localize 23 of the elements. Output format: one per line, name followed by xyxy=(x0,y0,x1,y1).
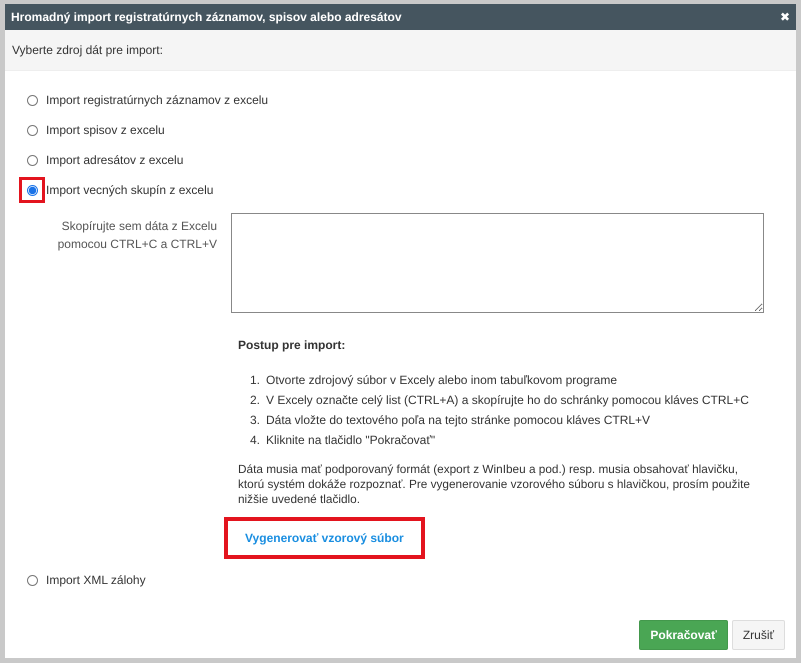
option-label[interactable]: Import vecných skupín z excelu xyxy=(46,183,214,197)
step-number: 1. xyxy=(250,372,262,389)
prompt-text: Vyberte zdroj dát pre import: xyxy=(12,43,163,57)
close-button[interactable]: ✖ xyxy=(780,10,790,24)
option-label[interactable]: Import XML zálohy xyxy=(46,573,146,587)
cancel-button[interactable]: Zrušiť xyxy=(732,620,785,650)
option-label[interactable]: Import registratúrnych záznamov z excelu xyxy=(46,93,268,107)
step-text: Kliknite na tlačidlo "Pokračovať" xyxy=(266,432,436,449)
paste-label: Skopírujte sem dáta z Excelu pomocou CTRL+C a CTRL+V xyxy=(56,218,217,253)
generate-button[interactable]: Vygenerovať vzorový súbor xyxy=(224,517,425,559)
step-text: Otvorte zdrojový súbor v Excely alebo inom tabuľkovom programe xyxy=(266,372,617,389)
step-text: V Excely označte celý list (CTRL+A) a skopírujte ho do schránky pomocou kláves CTRL+C xyxy=(266,392,749,409)
paste-field[interactable] xyxy=(231,213,764,313)
steps-title: Postup pre import: xyxy=(238,338,346,352)
step-number: 3. xyxy=(250,412,262,429)
note-text: Dáta musia mať podporovaný formát (export z WinIbeu a pod.) resp. musia obsahovať hlavičku, ktorú systém dokáže rozpoznať. Pre vygenerovanie vzorového súboru s hlavičkou, prosím použite nižšie uvedené tlačidlo. xyxy=(238,462,751,507)
step-number: 4. xyxy=(250,432,262,449)
step-number: 2. xyxy=(250,392,262,409)
radio-button[interactable] xyxy=(19,177,45,203)
option-label[interactable]: Import adresátov z excelu xyxy=(46,153,184,167)
option-label[interactable]: Import spisov z excelu xyxy=(46,123,165,137)
step-text: Dáta vložte do textového poľa na tejto stránke pomocou kláves CTRL+V xyxy=(266,412,650,429)
window-title: Hromadný import registratúrnych záznamov, spisov alebo adresátov xyxy=(11,10,402,24)
